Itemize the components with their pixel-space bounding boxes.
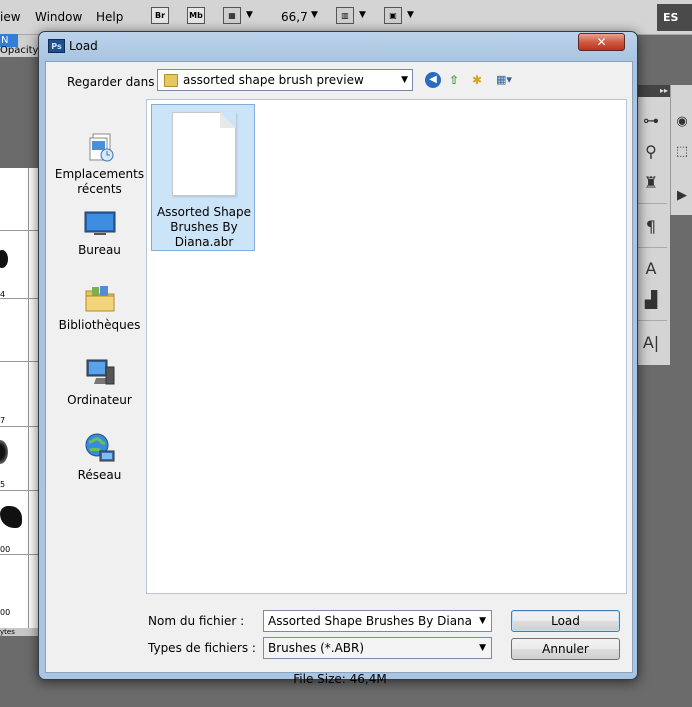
look-in-value: assorted shape brush preview — [183, 73, 364, 87]
dialog-titlebar[interactable]: Ps Load ✕ — [39, 32, 637, 60]
brush-size: 7 — [0, 416, 6, 425]
chevron-down-icon: ▼ — [401, 75, 408, 85]
menu-view[interactable]: iew — [0, 10, 21, 24]
desktop-icon — [84, 211, 115, 235]
divider — [637, 203, 667, 204]
file-type-dropdown[interactable]: Brushes (*.ABR) ▼ — [263, 637, 492, 659]
brush-size: 00 — [0, 545, 11, 554]
load-button[interactable]: Load — [511, 610, 620, 632]
place-label: Ordinateur — [67, 393, 132, 407]
panel-collapse-icon[interactable]: ▸▸ — [634, 85, 671, 97]
close-icon: ✕ — [596, 35, 607, 49]
transform-icon[interactable]: ⬚ — [673, 143, 691, 161]
file-size: File Size: 46,4M — [293, 672, 387, 686]
status-bar: ytes — [0, 628, 42, 636]
file-name-input[interactable]: Assorted Shape Brushes By Diana ▼ — [263, 610, 492, 632]
view-menu-icon[interactable]: ▦▾ — [492, 72, 516, 88]
computer-icon — [86, 359, 114, 385]
chevron-down-icon[interactable]: ▼ — [311, 10, 318, 20]
chevron-down-icon: ▼ — [479, 643, 486, 653]
play-icon[interactable]: ▶ — [673, 187, 691, 205]
divider — [0, 554, 42, 555]
brush-size: 5 — [0, 480, 6, 489]
divider — [0, 426, 42, 427]
place-recent[interactable]: Emplacements récents — [54, 131, 145, 197]
new-folder-icon[interactable]: ✱ — [469, 72, 485, 88]
file-type-label: Types de fichiers : — [148, 641, 256, 655]
brush-preview[interactable] — [0, 250, 8, 268]
file-name-value: Assorted Shape Brushes By Diana — [268, 614, 473, 628]
dialog-title: Load — [69, 39, 98, 53]
mini-bridge-button[interactable]: Mb — [187, 7, 205, 24]
menu-help[interactable]: Help — [96, 10, 123, 24]
divider — [637, 247, 667, 248]
arrange-documents-icon[interactable]: ▥ — [336, 7, 354, 24]
bridge-button[interactable]: Br — [151, 7, 169, 24]
character-styles-icon[interactable]: A| — [639, 331, 663, 355]
close-button[interactable]: ✕ — [578, 33, 625, 51]
place-label: Réseau — [77, 468, 122, 482]
photoshop-menubar: iew Window Help Br Mb ▦ ▼ 66,7 ▼ ▥ ▼ ▣ ▼… — [0, 0, 692, 35]
stamp-icon[interactable]: ♜ — [639, 171, 663, 195]
file-type-value: Brushes (*.ABR) — [268, 641, 365, 655]
screen-mode-icon[interactable]: ▦ — [223, 7, 241, 24]
place-label: Bureau — [78, 243, 121, 257]
chevron-down-icon[interactable]: ▼ — [246, 10, 253, 20]
panel-dock-secondary: ◉ ⬚ ▶ — [670, 85, 692, 215]
chevron-down-icon[interactable]: ▼ — [407, 10, 414, 20]
chevron-down-icon[interactable]: ▼ — [359, 10, 366, 20]
chevron-down-icon[interactable]: ▼ — [479, 616, 486, 626]
places-bar: Emplacements récents Bureau Bibliothèque… — [54, 99, 145, 594]
network-icon — [85, 433, 114, 462]
brush-preset-panel: 4 7 5 00 00 — [0, 168, 42, 636]
brush-size: 4 — [0, 290, 6, 299]
screen-view-icon[interactable]: ▣ — [384, 7, 402, 24]
up-folder-icon[interactable]: ⇧ — [446, 72, 462, 88]
dialog-body: Regarder dans : assorted shape brush pre… — [45, 61, 633, 686]
place-network[interactable]: Réseau — [54, 432, 145, 483]
zoom-level[interactable]: 66,7 — [281, 10, 308, 24]
folder-icon — [164, 74, 178, 87]
divider — [0, 298, 42, 299]
place-label: Emplacements récents — [54, 167, 145, 196]
divider — [28, 168, 29, 636]
character-icon[interactable]: A — [639, 257, 663, 281]
brush-preview[interactable] — [0, 440, 8, 464]
styles-icon[interactable]: ▟ — [639, 288, 663, 312]
brush-preview[interactable] — [0, 506, 22, 528]
place-label: Bibliothèques — [58, 318, 141, 332]
libraries-icon — [85, 286, 114, 312]
load-dialog: Ps Load ✕ Regarder dans : assorted shape… — [38, 31, 638, 686]
divider — [0, 490, 42, 491]
divider — [0, 361, 42, 362]
file-item[interactable]: Assorted Shape Brushes By Diana.abr — [151, 104, 255, 251]
cancel-button[interactable]: Annuler — [511, 638, 620, 660]
place-libraries[interactable]: Bibliothèques — [54, 282, 145, 333]
3d-icon[interactable]: ◉ — [673, 113, 691, 131]
document-icon — [172, 112, 236, 196]
divider — [637, 320, 667, 321]
look-in-dropdown[interactable]: assorted shape brush preview ▼ — [157, 69, 413, 91]
file-name: Assorted Shape Brushes By Diana.abr — [156, 205, 252, 249]
divider — [0, 230, 42, 231]
recent-places-icon — [89, 133, 113, 162]
file-list[interactable]: Assorted Shape Brushes By Diana.abr — [146, 99, 627, 594]
back-icon[interactable]: ◀ — [425, 72, 441, 88]
look-in-label: Regarder dans : — [67, 75, 163, 89]
workspace-switcher[interactable]: ES — [657, 4, 692, 31]
brush-size: 00 — [0, 608, 11, 617]
clone-source-icon[interactable]: ⚲ — [639, 140, 663, 164]
menu-window[interactable]: Window — [35, 10, 82, 24]
photoshop-icon: Ps — [48, 39, 65, 53]
place-computer[interactable]: Ordinateur — [54, 357, 145, 408]
opacity-label: Opacity — [0, 45, 39, 56]
file-name-label: Nom du fichier : — [148, 614, 245, 628]
panel-dock: ▸▸ ⊶ ⚲ ♜ ¶ A ▟ A| — [633, 85, 671, 365]
paragraph-icon[interactable]: ¶ — [639, 215, 663, 239]
place-desktop[interactable]: Bureau — [54, 207, 145, 258]
tool-presets-icon[interactable]: ⊶ — [639, 109, 663, 133]
